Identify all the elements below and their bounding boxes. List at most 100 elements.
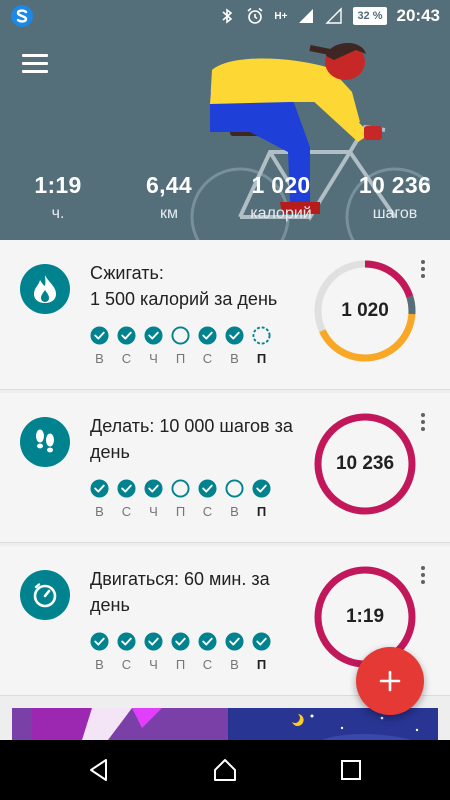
day-indicator: Ч — [144, 326, 163, 366]
day-label: П — [175, 351, 186, 366]
check-circle-icon — [225, 632, 244, 651]
check-circle-icon — [171, 632, 190, 651]
day-indicator: Ч — [144, 479, 163, 519]
day-label: С — [202, 657, 213, 672]
more-options-button[interactable] — [416, 564, 430, 586]
empty-circle-icon — [171, 326, 190, 345]
day-label: В — [95, 657, 104, 672]
check-circle-icon — [252, 479, 271, 498]
signal-icon-2 — [325, 7, 343, 24]
day-label: С — [202, 504, 213, 519]
check-circle-icon — [90, 479, 109, 498]
weekly-progress: ВСЧПСВП — [90, 632, 271, 672]
app-logo-icon — [11, 5, 33, 27]
recent-apps-icon[interactable] — [338, 757, 364, 783]
day-indicator: С — [117, 326, 136, 366]
day-indicator: С — [117, 632, 136, 672]
menu-line — [22, 54, 48, 57]
day-label: П — [175, 504, 186, 519]
dot — [421, 420, 425, 424]
day-indicator: П — [171, 632, 190, 672]
goal-title: Двигаться: 60 мин. за день — [90, 569, 270, 615]
goal-card-calories[interactable]: Сжигать: 1 500 калорий за день В С Ч П С В П 1… — [0, 240, 450, 390]
day-label: В — [230, 351, 239, 366]
day-indicator: В — [225, 632, 244, 672]
goal-value: 10 236 — [335, 453, 395, 474]
stat-value: 1:19 — [34, 172, 82, 198]
flame-icon — [34, 275, 56, 303]
check-circle-icon — [117, 479, 136, 498]
goal-icon-circle — [20, 417, 70, 467]
day-indicator: П — [252, 479, 271, 519]
dot — [421, 274, 425, 278]
home-icon[interactable] — [212, 757, 238, 783]
stat-unit: калорий — [250, 205, 312, 222]
dot — [421, 573, 425, 577]
dot — [421, 427, 425, 431]
day-label: П — [256, 504, 267, 519]
day-label: В — [95, 504, 104, 519]
goal-value: 1 020 — [341, 300, 389, 321]
stat-distance: 6,44 км — [134, 172, 204, 223]
menu-line — [22, 62, 48, 65]
more-options-button[interactable] — [416, 411, 430, 433]
dot — [421, 267, 425, 271]
stat-calories: 1 020 калорий — [236, 172, 326, 223]
check-circle-icon — [144, 326, 163, 345]
bluetooth-icon — [222, 8, 233, 24]
menu-button[interactable] — [22, 54, 48, 76]
footsteps-icon — [36, 429, 54, 453]
check-circle-icon — [225, 326, 244, 345]
day-label: Ч — [149, 657, 158, 672]
empty-circle-icon — [171, 479, 190, 498]
goal-icon-circle — [20, 570, 70, 620]
check-circle-icon — [198, 479, 217, 498]
day-label: П — [175, 657, 186, 672]
goal-card-steps[interactable]: Делать: 10 000 шагов за день В С Ч П С В П 10 … — [0, 393, 450, 543]
day-indicator: В — [90, 479, 109, 519]
day-label: П — [256, 351, 267, 366]
partial-circle-icon — [252, 326, 271, 345]
check-circle-icon — [252, 632, 271, 651]
promo-banner[interactable] — [12, 708, 438, 740]
back-icon[interactable] — [86, 757, 112, 783]
day-indicator: П — [252, 632, 271, 672]
alarm-icon — [247, 7, 263, 24]
network-type: H+ — [274, 10, 288, 22]
goal-title: Сжигать: 1 500 калорий за день — [90, 263, 278, 309]
timer-icon — [33, 583, 57, 608]
day-indicator: В — [90, 632, 109, 672]
day-label: Ч — [149, 351, 158, 366]
goal-icon-circle — [20, 264, 70, 314]
day-label: В — [230, 657, 239, 672]
day-label: Ч — [149, 504, 158, 519]
stat-value: 6,44 — [146, 172, 192, 198]
day-indicator: П — [171, 479, 190, 519]
stat-value: 1 020 — [251, 172, 311, 198]
add-activity-button[interactable] — [356, 647, 424, 715]
day-label: С — [121, 657, 132, 672]
check-circle-icon — [144, 479, 163, 498]
dot — [421, 580, 425, 584]
day-indicator: С — [198, 326, 217, 366]
day-indicator: П — [252, 326, 271, 366]
check-circle-icon — [90, 326, 109, 345]
day-label: В — [230, 504, 239, 519]
status-bar: H+ 32 % 20:43 — [0, 0, 450, 32]
check-circle-icon — [144, 632, 163, 651]
day-label: С — [202, 351, 213, 366]
dot — [421, 260, 425, 264]
status-clock: 20:43 — [396, 6, 440, 25]
stat-duration: 1:19 ч. — [26, 172, 90, 223]
day-label: С — [121, 351, 132, 366]
goal-title: Делать: 10 000 шагов за день — [90, 416, 293, 462]
day-label: П — [256, 657, 267, 672]
weekly-progress: ВСЧПСВП — [90, 326, 271, 366]
day-label: С — [121, 504, 132, 519]
menu-line — [22, 70, 48, 73]
summary-header: 1:19 ч. 6,44 км 1 020 калорий 10 236 шаг… — [0, 32, 450, 240]
stat-value: 10 236 — [358, 172, 432, 198]
stat-unit: шагов — [372, 205, 418, 222]
day-indicator: С — [198, 632, 217, 672]
more-options-button[interactable] — [416, 258, 430, 280]
